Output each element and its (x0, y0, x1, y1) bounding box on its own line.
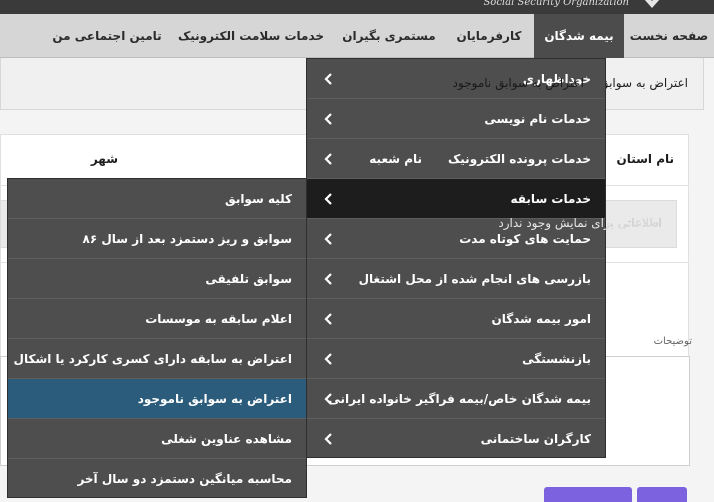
insured-services-menu: خوداظهاری خدمات نام نویسی خدمات پرونده ا… (306, 58, 606, 458)
menu-item-insured-affairs[interactable]: امور بیمه شدگان (307, 299, 605, 339)
menu-item-label: بازنشستگی (522, 352, 591, 366)
nav-item-pensioners[interactable]: مستمری بگیران (334, 14, 444, 58)
nav-item-insured[interactable]: بیمه شدگان (534, 14, 624, 58)
menu-item-label: بیمه شدگان خاص/بیمه فراگیر خانواده ایران… (328, 392, 591, 406)
branch-overlap-text: نام شعبه (369, 152, 422, 166)
menu-item-special-insured[interactable]: بیمه شدگان خاص/بیمه فراگیر خانواده ایران… (307, 379, 605, 419)
submenu-item-missing-records-objection[interactable]: اعتراض به سوابق ناموجود (8, 379, 306, 419)
submenu-item-label: محاسبه میانگین دستمزد دو سال آخر (77, 472, 292, 486)
chevron-left-icon (324, 353, 332, 365)
chevron-left-icon (324, 153, 332, 165)
menu-item-e-file[interactable]: خدمات پرونده الکترونیک (307, 139, 605, 179)
history-services-submenu: کلیه سوابق سوابق و ریز دستمزد بعد از سال… (7, 178, 307, 498)
submenu-item-label: اعلام سابقه به موسسات (145, 312, 292, 326)
column-header-province: نام استان (616, 152, 674, 166)
logo-icon (644, 0, 660, 8)
header-strip: Social Security Organization (0, 0, 714, 14)
submenu-item-combined-records[interactable]: سوابق تلفیقی (8, 259, 306, 299)
nav-item-my-ssa[interactable]: تامین اجتماعی من (42, 14, 172, 58)
submenu-item-label: کلیه سوابق (225, 192, 292, 206)
submenu-item-label: سوابق تلفیقی (205, 272, 292, 286)
chevron-left-icon (324, 73, 332, 85)
column-header-city: شهر (90, 152, 118, 166)
menu-item-label: خدمات پرونده الکترونیک (448, 152, 591, 166)
chevron-left-icon (324, 433, 332, 445)
menu-item-registration[interactable]: خدمات نام نویسی (307, 99, 605, 139)
submenu-item-job-titles[interactable]: مشاهده عناوین شغلی (8, 419, 306, 459)
menu-item-label: خدمات نام نویسی (484, 112, 591, 126)
nav-item-employers[interactable]: کارفرمایان (444, 14, 534, 58)
submenu-item-report-to-institutions[interactable]: اعلام سابقه به موسسات (8, 299, 306, 339)
submenu-item-label: اعتراض به سابقه دارای کسری کارکرد یا اشک… (13, 352, 292, 366)
chevron-left-icon (324, 273, 332, 285)
submenu-item-label: اعتراض به سوابق ناموجود (137, 392, 292, 406)
nav-item-e-health[interactable]: خدمات سلامت الکترونیک (176, 14, 326, 58)
submenu-item-average-wage[interactable]: محاسبه میانگین دستمزد دو سال آخر (8, 459, 306, 499)
chevron-left-icon (324, 113, 332, 125)
menu-item-label: امور بیمه شدگان (491, 312, 591, 326)
nav-item-home[interactable]: صفحه نخست (624, 14, 714, 58)
notice-overlap-text: اعتراض به سوابق ناموجود (452, 76, 584, 90)
submenu-item-all-records[interactable]: کلیه سوابق (8, 179, 306, 219)
menu-item-construction-workers[interactable]: کارگران ساختمانی (307, 419, 605, 459)
chevron-left-icon (324, 393, 332, 405)
chevron-left-icon (324, 233, 332, 245)
submenu-item-deficit-objection[interactable]: اعتراض به سابقه دارای کسری کارکرد یا اشک… (8, 339, 306, 379)
chevron-left-icon (324, 193, 332, 205)
primary-button[interactable] (544, 487, 632, 502)
menu-item-history-services[interactable]: خدمات سابقه (307, 179, 605, 219)
menu-item-retirement[interactable]: بازنشستگی (307, 339, 605, 379)
menu-item-label: بازرسی های انجام شده از محل اشتغال (358, 272, 591, 286)
menu-item-label: خدمات سابقه (510, 192, 591, 206)
secondary-button[interactable] (637, 487, 687, 502)
menu-item-label: کارگران ساختمانی (480, 432, 591, 446)
submenu-item-label: سوابق و ریز دستمزد بعد از سال ۸۶ (82, 232, 292, 246)
main-nav: صفحه نخست بیمه شدگان کارفرمایان مستمری ب… (0, 14, 714, 58)
empty-overlap-text: اطلاعاتی برای نمایش وجود ندارد (498, 216, 662, 230)
submenu-item-label: مشاهده عناوین شغلی (161, 432, 292, 446)
submenu-item-wage-details[interactable]: سوابق و ریز دستمزد بعد از سال ۸۶ (8, 219, 306, 259)
menu-item-inspections[interactable]: بازرسی های انجام شده از محل اشتغال (307, 259, 605, 299)
description-label: توضیحات (653, 336, 692, 347)
org-name: Social Security Organization (483, 0, 629, 8)
chevron-left-icon (324, 313, 332, 325)
